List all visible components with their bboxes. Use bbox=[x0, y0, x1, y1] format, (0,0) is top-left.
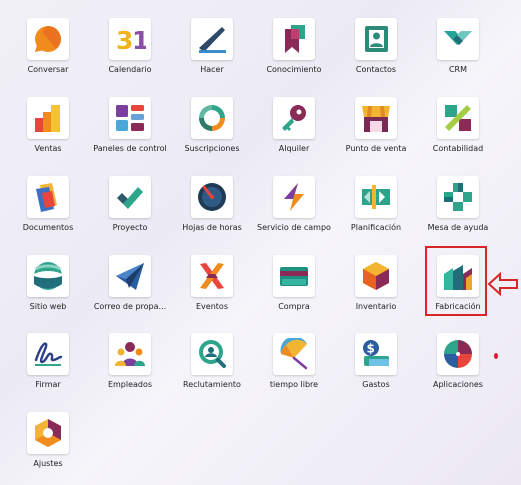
recurring-circle-icon bbox=[191, 97, 233, 139]
paper-plane-icon bbox=[109, 255, 151, 297]
app-proyecto[interactable]: Proyecto bbox=[89, 176, 171, 233]
app-paneles[interactable]: Paneles de control bbox=[89, 97, 171, 154]
app-reclutamiento[interactable]: Reclutamiento bbox=[171, 333, 253, 390]
app-label: Conocimiento bbox=[266, 65, 322, 74]
app-suscripciones[interactable]: Suscripciones bbox=[171, 97, 253, 154]
left-arrow-icon bbox=[488, 272, 518, 296]
box-icon bbox=[355, 255, 397, 297]
percent-icon bbox=[437, 97, 479, 139]
pie-apps-icon bbox=[437, 333, 479, 375]
svg-text:1: 1 bbox=[132, 26, 146, 55]
app-label: Alquiler bbox=[278, 144, 310, 153]
app-label: Gastos bbox=[362, 380, 390, 389]
app-ajustes[interactable]: Ajustes bbox=[7, 412, 89, 469]
app-label: Servicio de campo bbox=[257, 223, 331, 232]
people-icon bbox=[109, 333, 151, 375]
app-label: Punto de venta bbox=[345, 144, 407, 153]
contact-card-icon bbox=[355, 18, 397, 60]
app-correo-de-propaganda[interactable]: Correo de propa... bbox=[89, 255, 171, 312]
signature-icon bbox=[27, 333, 69, 375]
planning-icon bbox=[355, 176, 397, 218]
app-label: tiempo libre bbox=[269, 380, 319, 389]
svg-text:$: $ bbox=[367, 342, 375, 356]
app-aplicaciones[interactable]: Aplicaciones bbox=[417, 333, 499, 390]
app-planificacion[interactable]: Planificación bbox=[335, 176, 417, 233]
app-compra[interactable]: Compra bbox=[253, 255, 335, 312]
bar-chart-icon bbox=[27, 97, 69, 139]
red-dot bbox=[494, 353, 498, 359]
app-calendario[interactable]: 31 Calendario bbox=[89, 18, 171, 75]
app-tiempo-libre[interactable]: tiempo libre bbox=[253, 333, 335, 390]
app-conocimiento[interactable]: Conocimiento bbox=[253, 18, 335, 75]
app-mesa-de-ayuda[interactable]: Mesa de ayuda bbox=[417, 176, 499, 233]
app-contactos[interactable]: Contactos bbox=[335, 18, 417, 75]
app-label: Compra bbox=[278, 302, 310, 311]
app-label: Sitio web bbox=[29, 302, 67, 311]
app-label: Paneles de control bbox=[93, 144, 167, 153]
app-sitio-web[interactable]: Sitio web bbox=[7, 255, 89, 312]
app-gastos[interactable]: $ Gastos bbox=[335, 333, 417, 390]
app-alquiler[interactable]: Alquiler bbox=[253, 97, 335, 154]
app-contabilidad[interactable]: Contabilidad bbox=[417, 97, 499, 154]
app-conversar[interactable]: Conversar bbox=[7, 18, 89, 75]
app-label: Planificación bbox=[350, 223, 402, 232]
app-label: Hojas de horas bbox=[182, 223, 242, 232]
app-label: Ajustes bbox=[33, 459, 63, 468]
app-label: Firmar bbox=[35, 380, 61, 389]
app-label: Suscripciones bbox=[184, 144, 240, 153]
app-label: Ventas bbox=[34, 144, 62, 153]
app-label: Inventario bbox=[355, 302, 397, 311]
calendar-icon: 31 bbox=[109, 18, 151, 60]
key-icon bbox=[273, 97, 315, 139]
app-ventas[interactable]: Ventas bbox=[7, 97, 89, 154]
magnifier-person-icon bbox=[191, 333, 233, 375]
app-label: Contactos bbox=[355, 65, 397, 74]
app-label: Empleados bbox=[107, 380, 153, 389]
credit-card-icon bbox=[273, 255, 315, 297]
app-inventario[interactable]: Inventario bbox=[335, 255, 417, 312]
app-crm[interactable]: CRM bbox=[417, 18, 499, 75]
app-label: Calendario bbox=[108, 65, 152, 74]
chat-bubble-icon bbox=[27, 18, 69, 60]
bookmark-icon bbox=[273, 18, 315, 60]
lightning-icon bbox=[273, 176, 315, 218]
handshake-icon bbox=[437, 18, 479, 60]
app-label: Documentos bbox=[22, 223, 74, 232]
app-empleados[interactable]: Empleados bbox=[89, 333, 171, 390]
settings-hexagon-icon bbox=[27, 412, 69, 454]
pen-checkmark-icon bbox=[191, 18, 233, 60]
app-eventos[interactable]: Eventos bbox=[171, 255, 253, 312]
app-label: Proyecto bbox=[112, 223, 148, 232]
timer-icon bbox=[191, 176, 233, 218]
app-hacer[interactable]: Hacer bbox=[171, 18, 253, 75]
dashboard-tiles-icon bbox=[109, 97, 151, 139]
app-label: Reclutamiento bbox=[183, 380, 241, 389]
app-label: Mesa de ayuda bbox=[427, 223, 489, 232]
app-documentos[interactable]: Documentos bbox=[7, 176, 89, 233]
app-hojas-de-horas[interactable]: Hojas de horas bbox=[171, 176, 253, 233]
globe-icon bbox=[27, 255, 69, 297]
app-label: Eventos bbox=[196, 302, 228, 311]
app-label: CRM bbox=[448, 65, 468, 74]
umbrella-icon bbox=[273, 333, 315, 375]
app-label: Correo de propa... bbox=[93, 302, 167, 311]
app-punto-de-venta[interactable]: Punto de venta bbox=[335, 97, 417, 154]
app-label: Contabilidad bbox=[432, 144, 484, 153]
app-label: Hacer bbox=[200, 65, 224, 74]
crossed-ribbon-icon bbox=[191, 255, 233, 297]
app-label: Aplicaciones bbox=[433, 380, 483, 389]
app-servicio-de-campo[interactable]: Servicio de campo bbox=[253, 176, 335, 233]
svg-text:3: 3 bbox=[116, 26, 133, 55]
checkmark-icon bbox=[109, 176, 151, 218]
app-label: Conversar bbox=[27, 65, 69, 74]
money-icon: $ bbox=[355, 333, 397, 375]
highlight-box bbox=[425, 246, 487, 316]
helpdesk-icon bbox=[437, 176, 479, 218]
app-firmar[interactable]: Firmar bbox=[7, 333, 89, 390]
shop-awning-icon bbox=[355, 97, 397, 139]
documents-icon bbox=[27, 176, 69, 218]
